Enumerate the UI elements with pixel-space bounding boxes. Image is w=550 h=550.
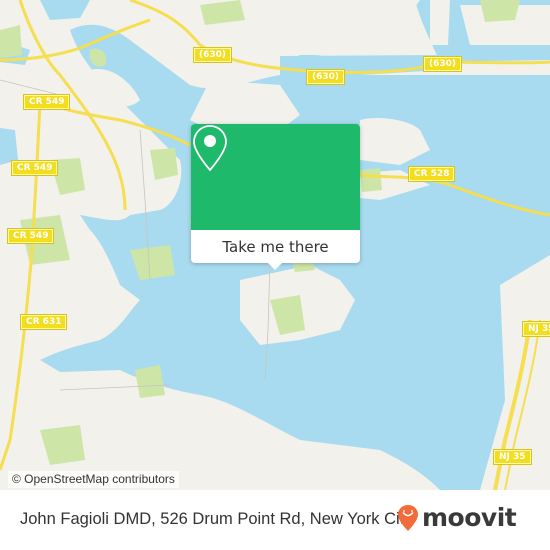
road-label-630: (630) (422, 56, 463, 72)
moovit-pin-icon (398, 505, 418, 531)
destination-popup: Take me there (191, 124, 360, 270)
map-attribution[interactable]: © OpenStreetMap contributors (8, 471, 179, 488)
popup-header (191, 124, 360, 230)
road-label-630: (630) (192, 47, 233, 63)
footer: John Fagioli DMD, 526 Drum Point Rd, New… (0, 490, 550, 550)
road-label-nj35: NJ 35 (522, 321, 550, 337)
place-address: John Fagioli DMD, 526 Drum Point Rd, New… (20, 510, 413, 528)
road-label-nj35: NJ 35 (493, 449, 532, 465)
road-label-cr631: CR 631 (19, 314, 68, 330)
road-label-cr549: CR 549 (22, 94, 71, 110)
road-label-cr549: CR 549 (10, 160, 59, 176)
take-me-there-button[interactable]: Take me there (191, 230, 360, 263)
popup-pointer (268, 263, 282, 270)
moovit-logo[interactable]: moovit (397, 502, 517, 532)
road-label-cr549: CR 549 (6, 228, 55, 244)
moovit-wordmark: moovit (422, 502, 517, 532)
map-pin-icon (193, 125, 227, 172)
map-view[interactable]: (630) (630) (630) CR 549 CR 549 CR 549 C… (0, 0, 550, 490)
road-label-630: (630) (305, 69, 346, 85)
road-label-cr528: CR 528 (407, 166, 456, 182)
